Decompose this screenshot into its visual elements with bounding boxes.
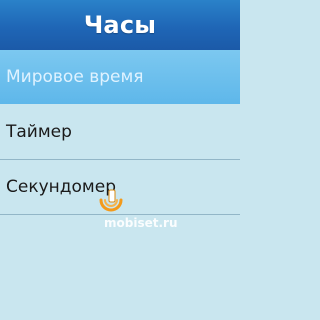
page-title: Часы [83, 11, 157, 39]
menu-item-label: Мировое время [6, 67, 144, 87]
mobiset-watermark: mobiset.ru [104, 206, 178, 230]
watermark-text: mobiset.ru [104, 216, 178, 230]
menu-item-world-time[interactable]: Мировое время [0, 50, 240, 104]
menu-item-label: Таймер [6, 122, 72, 142]
menu-item-timer[interactable]: Таймер [0, 105, 240, 159]
app-header: Часы [0, 0, 240, 50]
